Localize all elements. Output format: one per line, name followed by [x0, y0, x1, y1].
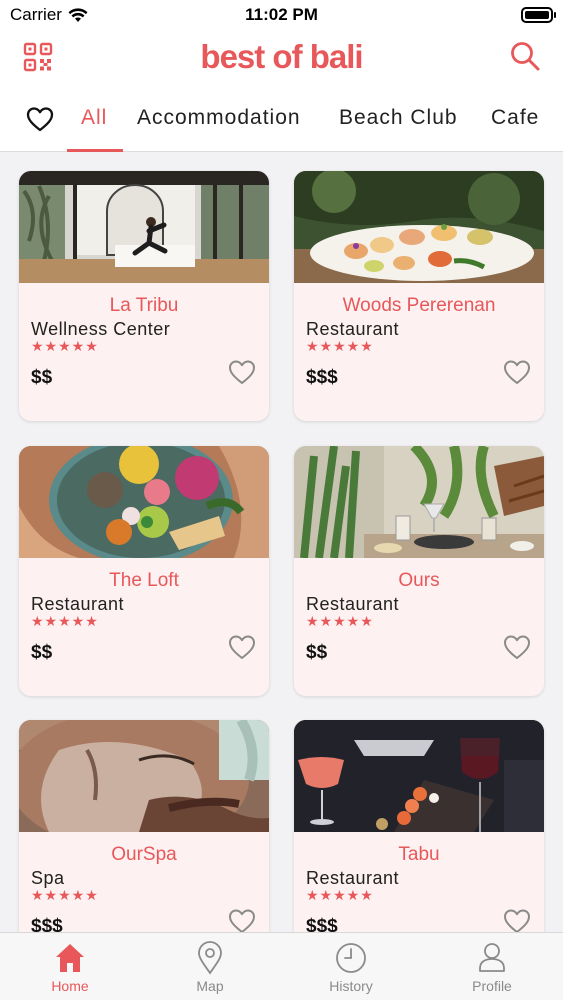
- listing-photo: [294, 446, 544, 558]
- favorites-heart-icon[interactable]: [26, 106, 54, 132]
- favorite-heart-icon[interactable]: [503, 908, 531, 934]
- rating-stars: ★★★★★: [31, 339, 99, 355]
- home-icon: [56, 944, 84, 972]
- map-pin-icon: [198, 941, 222, 975]
- category-tabs: All Accommodation Beach Club Cafe: [0, 94, 563, 152]
- app-header: best of bali: [0, 30, 563, 94]
- listing-photo: [19, 720, 269, 832]
- rating-stars: ★★★★★: [306, 339, 374, 355]
- tab-cafe[interactable]: Cafe: [491, 106, 539, 130]
- active-tab-indicator: [67, 149, 123, 152]
- favorite-heart-icon[interactable]: [503, 634, 531, 660]
- tab-label: History: [329, 978, 373, 994]
- rating-stars: ★★★★★: [306, 614, 374, 630]
- tab-all[interactable]: All: [81, 106, 107, 130]
- tab-accommodation[interactable]: Accommodation: [137, 106, 301, 130]
- listing-category: Restaurant: [306, 594, 400, 614]
- price-level: $$: [31, 367, 53, 388]
- favorite-heart-icon[interactable]: [503, 359, 531, 385]
- rating-stars: ★★★★★: [31, 614, 99, 630]
- app-logo: best of bali: [200, 38, 363, 75]
- listing-name: The Loft: [109, 570, 179, 591]
- tab-beach-club[interactable]: Beach Club: [339, 106, 458, 130]
- price-level: $$: [31, 642, 53, 663]
- tab-label: Map: [196, 978, 224, 994]
- listing-card[interactable]: Woods Pererenan Restaurant ★★★★★ $$$: [294, 171, 544, 421]
- listing-name: Tabu: [398, 844, 440, 865]
- listing-photo: [19, 171, 269, 283]
- battery-icon: [521, 7, 556, 23]
- listing-card[interactable]: The Loft Restaurant ★★★★★ $$: [19, 446, 269, 696]
- clock-icon: [336, 943, 366, 973]
- listing-photo: [294, 171, 544, 283]
- listing-name: Woods Pererenan: [342, 295, 496, 316]
- listing-category: Restaurant: [306, 319, 400, 339]
- listing-photo: [294, 720, 544, 832]
- app-screen: Carrier 11:02 PM best of bali All Accomm…: [0, 0, 563, 1000]
- tab-label: Profile: [472, 978, 512, 994]
- listing-card[interactable]: Ours Restaurant ★★★★★ $$: [294, 446, 544, 696]
- search-icon[interactable]: [509, 40, 541, 72]
- tab-home[interactable]: Home: [0, 933, 140, 1000]
- listing-category: Restaurant: [306, 868, 400, 888]
- listing-name: La Tribu: [109, 295, 179, 316]
- favorite-heart-icon[interactable]: [228, 908, 256, 934]
- person-icon: [479, 943, 505, 972]
- tab-profile[interactable]: Profile: [422, 933, 562, 1000]
- tab-label: Home: [51, 978, 89, 994]
- listing-category: Spa: [31, 868, 65, 888]
- rating-stars: ★★★★★: [31, 888, 99, 904]
- tab-history[interactable]: History: [281, 933, 421, 1000]
- listing-card[interactable]: La Tribu Wellness Center ★★★★★ $$: [19, 171, 269, 421]
- favorite-heart-icon[interactable]: [228, 359, 256, 385]
- price-level: $$: [306, 642, 328, 663]
- status-bar: Carrier 11:02 PM: [0, 0, 563, 30]
- rating-stars: ★★★★★: [306, 888, 374, 904]
- listing-name: OurSpa: [111, 844, 177, 865]
- listing-name: Ours: [398, 570, 440, 591]
- price-level: $$$: [306, 367, 338, 388]
- favorite-heart-icon[interactable]: [228, 634, 256, 660]
- status-time: 11:02 PM: [245, 5, 318, 24]
- listing-category: Restaurant: [31, 594, 125, 614]
- listing-category: Wellness Center: [31, 319, 171, 339]
- listing-photo: [19, 446, 269, 558]
- bottom-tab-bar: Home Map History Profile: [0, 932, 563, 1000]
- tab-map[interactable]: Map: [140, 933, 280, 1000]
